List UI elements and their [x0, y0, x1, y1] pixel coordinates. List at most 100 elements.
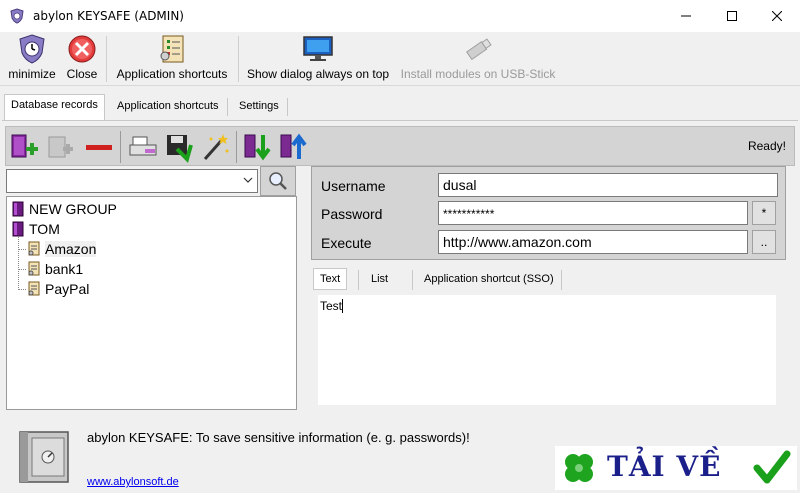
- tree-item-label: Amazon: [45, 241, 97, 257]
- main-toolbar: minimize Close Application shortcuts Sho…: [0, 32, 800, 86]
- save-button[interactable]: [162, 130, 196, 164]
- book-icon: [11, 221, 25, 237]
- move-down-button[interactable]: [240, 130, 274, 164]
- install-usb-button[interactable]: Install modules on USB-Stick: [399, 34, 557, 84]
- toolbar-divider: [238, 36, 239, 82]
- wizard-icon: [203, 134, 229, 160]
- remove-button[interactable]: [82, 130, 116, 164]
- maximize-window-button[interactable]: [709, 0, 755, 32]
- close-button[interactable]: Close: [64, 34, 100, 84]
- inner-tabs: Text List Application shortcut (SSO): [311, 267, 786, 293]
- toolbar-divider: [106, 36, 107, 82]
- always-on-top-label: Show dialog always on top: [246, 67, 390, 81]
- password-field[interactable]: ***********: [438, 201, 748, 225]
- application-shortcuts-button[interactable]: Application shortcuts: [113, 34, 231, 84]
- save-icon: [167, 135, 193, 163]
- minimize-button[interactable]: minimize: [6, 34, 58, 84]
- window-title: abylon KEYSAFE (ADMIN): [33, 9, 184, 23]
- minimize-label: minimize: [8, 67, 56, 81]
- toolbar-divider: [236, 131, 237, 163]
- toolbar-divider: [120, 131, 121, 163]
- print-button[interactable]: [126, 130, 160, 164]
- tab-application-shortcut-sso[interactable]: Application shortcut (SSO): [418, 269, 560, 289]
- notes-textarea[interactable]: Test​: [318, 295, 776, 405]
- application-shortcuts-label: Application shortcuts: [116, 67, 228, 81]
- website-link[interactable]: www.abylonsoft.de: [87, 476, 179, 488]
- key-document-icon: [27, 241, 41, 257]
- text-cursor: ​: [342, 299, 344, 313]
- tab-text[interactable]: Text: [313, 268, 348, 290]
- tree-entry-amazon[interactable]: Amazon: [27, 239, 97, 259]
- search-icon: [269, 172, 287, 190]
- records-tree[interactable]: NEW GROUP TOM Amazon bank1 PayPal: [6, 196, 297, 410]
- tab-divider: [358, 270, 359, 290]
- key-document-icon: [27, 261, 41, 277]
- clover-icon: [565, 454, 593, 482]
- tree-connector: [18, 249, 26, 250]
- close-window-button[interactable]: [754, 0, 800, 32]
- tree-connector: [18, 289, 26, 290]
- main-tabs: Database records Application shortcuts S…: [0, 94, 800, 120]
- monitor-icon: [303, 36, 333, 61]
- search-button[interactable]: [260, 166, 296, 196]
- maximize-icon: [727, 11, 737, 21]
- notes-text: Test: [320, 299, 343, 313]
- password-label: Password: [321, 206, 383, 222]
- tree-group-new-group[interactable]: NEW GROUP: [11, 199, 117, 219]
- close-circle-icon: [68, 35, 96, 63]
- add-group-button[interactable]: [8, 130, 42, 164]
- banner-text: TẢI VỀ: [607, 450, 722, 483]
- tab-database-records[interactable]: Database records: [4, 94, 105, 120]
- install-usb-label: Install modules on USB-Stick: [400, 67, 556, 81]
- tree-connector: [18, 237, 19, 290]
- tab-divider: [287, 98, 288, 116]
- clock-shield-icon: [19, 34, 45, 64]
- tree-item-label: PayPal: [45, 281, 90, 297]
- tab-divider: [561, 270, 562, 290]
- move-down-icon: [244, 134, 271, 161]
- minimize-icon: [681, 15, 691, 17]
- browse-button[interactable]: ..: [752, 230, 776, 254]
- execute-field[interactable]: http://www.amazon.com: [438, 230, 748, 254]
- copy-entry-icon: [48, 136, 73, 158]
- tab-list[interactable]: List: [365, 269, 394, 289]
- tab-settings[interactable]: Settings: [233, 96, 285, 118]
- move-up-button[interactable]: [276, 130, 310, 164]
- search-input[interactable]: [6, 169, 258, 193]
- move-up-icon: [280, 133, 307, 159]
- tab-application-shortcuts[interactable]: Application shortcuts: [111, 96, 225, 118]
- username-label: Username: [321, 178, 386, 194]
- entry-form: Username dusal Password *********** * Ex…: [311, 166, 786, 260]
- info-text: abylon KEYSAFE: To save sensitive inform…: [87, 430, 470, 445]
- wizard-button[interactable]: [198, 130, 232, 164]
- app-shield-icon: [10, 8, 24, 24]
- tree-item-label: NEW GROUP: [29, 201, 117, 217]
- list-checklist-icon: [160, 35, 184, 63]
- username-field[interactable]: dusal: [438, 173, 778, 197]
- tab-divider: [412, 270, 413, 290]
- close-icon: [772, 11, 782, 21]
- tree-item-label: TOM: [29, 221, 60, 237]
- tree-group-tom[interactable]: TOM: [11, 219, 60, 239]
- show-password-button[interactable]: *: [752, 201, 776, 225]
- download-banner: TẢI VỀ: [555, 446, 797, 490]
- status-text: Ready!: [747, 139, 786, 153]
- execute-label: Execute: [321, 235, 372, 251]
- tree-entry-bank1[interactable]: bank1: [27, 259, 83, 279]
- tab-divider: [227, 98, 228, 116]
- safe-icon: [19, 431, 69, 483]
- usb-stick-icon: [465, 38, 492, 61]
- tree-entry-paypal[interactable]: PayPal: [27, 279, 89, 299]
- minimize-window-button[interactable]: [663, 0, 709, 32]
- add-group-icon: [11, 134, 38, 158]
- always-on-top-button[interactable]: Show dialog always on top: [245, 34, 391, 84]
- tree-connector: [18, 269, 26, 270]
- copy-entry-button[interactable]: [44, 130, 78, 164]
- print-icon: [129, 136, 157, 156]
- records-toolbar: Ready!: [5, 126, 795, 166]
- remove-icon: [86, 145, 112, 150]
- close-label: Close: [66, 67, 98, 81]
- tree-item-label: bank1: [45, 261, 84, 277]
- key-document-icon: [27, 281, 41, 297]
- chevron-down-icon[interactable]: [243, 175, 253, 185]
